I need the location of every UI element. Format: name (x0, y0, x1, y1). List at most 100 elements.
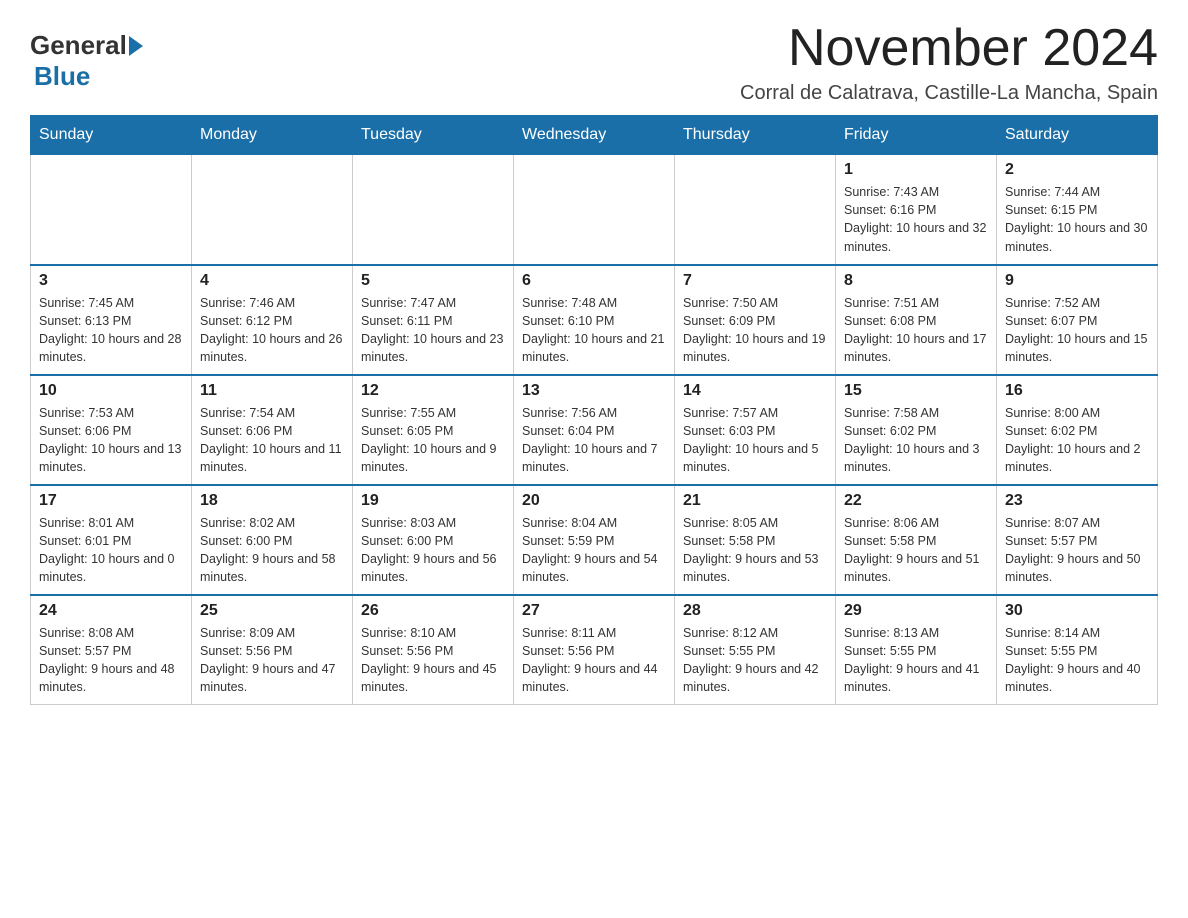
calendar-cell: 6 Sunrise: 7:48 AM Sunset: 6:10 PM Daylig… (514, 265, 675, 375)
day-number: 6 (522, 272, 666, 290)
day-info: Sunrise: 7:47 AM Sunset: 6:11 PM Dayligh… (361, 294, 505, 367)
day-number: 9 (1005, 272, 1149, 290)
day-number: 14 (683, 382, 827, 400)
day-info: Sunrise: 8:13 AM Sunset: 5:55 PM Dayligh… (844, 624, 988, 697)
day-number: 25 (200, 602, 344, 620)
calendar-week-5: 24 Sunrise: 8:08 AM Sunset: 5:57 PM Dayli… (31, 595, 1158, 705)
calendar-cell: 10 Sunrise: 7:53 AM Sunset: 6:06 PM Dayli… (31, 375, 192, 485)
day-info: Sunrise: 8:08 AM Sunset: 5:57 PM Dayligh… (39, 624, 183, 697)
calendar-cell: 22 Sunrise: 8:06 AM Sunset: 5:58 PM Dayli… (836, 485, 997, 595)
calendar-cell: 15 Sunrise: 7:58 AM Sunset: 6:02 PM Dayli… (836, 375, 997, 485)
header-monday: Monday (192, 116, 353, 155)
day-number: 13 (522, 382, 666, 400)
day-info: Sunrise: 7:54 AM Sunset: 6:06 PM Dayligh… (200, 404, 344, 477)
calendar-week-4: 17Sunrise: 8:01 AM Sunset: 6:01 PM Dayli… (31, 485, 1158, 595)
calendar-cell: 7Sunrise: 7:50 AM Sunset: 6:09 PM Daylig… (675, 265, 836, 375)
day-number: 1 (844, 161, 988, 179)
page-header: General Blue November 2024 Corral de Cal… (30, 20, 1158, 105)
calendar-cell (675, 155, 836, 265)
logo: General Blue (30, 20, 145, 92)
day-info: Sunrise: 7:52 AM Sunset: 6:07 PM Dayligh… (1005, 294, 1149, 367)
day-info: Sunrise: 7:58 AM Sunset: 6:02 PM Dayligh… (844, 404, 988, 477)
calendar-cell: 16Sunrise: 8:00 AM Sunset: 6:02 PM Dayli… (997, 375, 1158, 485)
calendar-cell: 18 Sunrise: 8:02 AM Sunset: 6:00 PM Dayli… (192, 485, 353, 595)
day-number: 26 (361, 602, 505, 620)
calendar-cell: 30 Sunrise: 8:14 AM Sunset: 5:55 PM Dayli… (997, 595, 1158, 705)
calendar-week-3: 10 Sunrise: 7:53 AM Sunset: 6:06 PM Dayli… (31, 375, 1158, 485)
calendar-week-2: 3Sunrise: 7:45 AM Sunset: 6:13 PM Daylig… (31, 265, 1158, 375)
day-number: 18 (200, 492, 344, 510)
calendar-cell: 11Sunrise: 7:54 AM Sunset: 6:06 PM Dayli… (192, 375, 353, 485)
day-number: 21 (683, 492, 827, 510)
calendar-cell: 29 Sunrise: 8:13 AM Sunset: 5:55 PM Dayli… (836, 595, 997, 705)
calendar-cell (353, 155, 514, 265)
calendar-cell: 14 Sunrise: 7:57 AM Sunset: 6:03 PM Dayli… (675, 375, 836, 485)
day-number: 5 (361, 272, 505, 290)
calendar-cell (514, 155, 675, 265)
header-thursday: Thursday (675, 116, 836, 155)
calendar-cell: 1 Sunrise: 7:43 AM Sunset: 6:16 PM Daylig… (836, 155, 997, 265)
calendar-cell: 5 Sunrise: 7:47 AM Sunset: 6:11 PM Daylig… (353, 265, 514, 375)
day-info: Sunrise: 8:04 AM Sunset: 5:59 PM Dayligh… (522, 514, 666, 587)
calendar-cell: 26 Sunrise: 8:10 AM Sunset: 5:56 PM Dayli… (353, 595, 514, 705)
calendar-cell: 8 Sunrise: 7:51 AM Sunset: 6:08 PM Daylig… (836, 265, 997, 375)
day-info: Sunrise: 8:10 AM Sunset: 5:56 PM Dayligh… (361, 624, 505, 697)
day-number: 15 (844, 382, 988, 400)
day-info: Sunrise: 7:51 AM Sunset: 6:08 PM Dayligh… (844, 294, 988, 367)
calendar-cell: 20 Sunrise: 8:04 AM Sunset: 5:59 PM Dayli… (514, 485, 675, 595)
header-sunday: Sunday (31, 116, 192, 155)
header-friday: Friday (836, 116, 997, 155)
logo-arrow-icon (129, 36, 143, 56)
calendar-cell: 28 Sunrise: 8:12 AM Sunset: 5:55 PM Dayli… (675, 595, 836, 705)
calendar-cell: 27Sunrise: 8:11 AM Sunset: 5:56 PM Dayli… (514, 595, 675, 705)
calendar-header-row: SundayMondayTuesdayWednesdayThursdayFrid… (31, 116, 1158, 155)
day-info: Sunrise: 8:14 AM Sunset: 5:55 PM Dayligh… (1005, 624, 1149, 697)
title-section: November 2024 Corral de Calatrava, Casti… (740, 20, 1158, 105)
day-info: Sunrise: 8:05 AM Sunset: 5:58 PM Dayligh… (683, 514, 827, 587)
day-info: Sunrise: 8:12 AM Sunset: 5:55 PM Dayligh… (683, 624, 827, 697)
calendar-cell: 4 Sunrise: 7:46 AM Sunset: 6:12 PM Daylig… (192, 265, 353, 375)
month-title: November 2024 (740, 20, 1158, 77)
header-saturday: Saturday (997, 116, 1158, 155)
day-info: Sunrise: 7:53 AM Sunset: 6:06 PM Dayligh… (39, 404, 183, 477)
day-number: 30 (1005, 602, 1149, 620)
day-number: 19 (361, 492, 505, 510)
day-info: Sunrise: 7:48 AM Sunset: 6:10 PM Dayligh… (522, 294, 666, 367)
day-number: 12 (361, 382, 505, 400)
day-info: Sunrise: 7:46 AM Sunset: 6:12 PM Dayligh… (200, 294, 344, 367)
day-number: 10 (39, 382, 183, 400)
calendar-cell: 2 Sunrise: 7:44 AM Sunset: 6:15 PM Daylig… (997, 155, 1158, 265)
calendar-cell: 12Sunrise: 7:55 AM Sunset: 6:05 PM Dayli… (353, 375, 514, 485)
calendar-cell: 24 Sunrise: 8:08 AM Sunset: 5:57 PM Dayli… (31, 595, 192, 705)
day-info: Sunrise: 7:44 AM Sunset: 6:15 PM Dayligh… (1005, 183, 1149, 256)
day-info: Sunrise: 7:57 AM Sunset: 6:03 PM Dayligh… (683, 404, 827, 477)
calendar-cell: 3Sunrise: 7:45 AM Sunset: 6:13 PM Daylig… (31, 265, 192, 375)
day-info: Sunrise: 7:43 AM Sunset: 6:16 PM Dayligh… (844, 183, 988, 256)
day-info: Sunrise: 8:06 AM Sunset: 5:58 PM Dayligh… (844, 514, 988, 587)
calendar-table: SundayMondayTuesdayWednesdayThursdayFrid… (30, 115, 1158, 705)
day-info: Sunrise: 8:00 AM Sunset: 6:02 PM Dayligh… (1005, 404, 1149, 477)
day-number: 20 (522, 492, 666, 510)
day-number: 22 (844, 492, 988, 510)
day-number: 2 (1005, 161, 1149, 179)
day-number: 28 (683, 602, 827, 620)
day-number: 24 (39, 602, 183, 620)
calendar-cell: 13Sunrise: 7:56 AM Sunset: 6:04 PM Dayli… (514, 375, 675, 485)
day-info: Sunrise: 7:45 AM Sunset: 6:13 PM Dayligh… (39, 294, 183, 367)
day-info: Sunrise: 8:11 AM Sunset: 5:56 PM Dayligh… (522, 624, 666, 697)
day-info: Sunrise: 8:02 AM Sunset: 6:00 PM Dayligh… (200, 514, 344, 587)
logo-blue-text: Blue (34, 61, 90, 91)
day-number: 4 (200, 272, 344, 290)
calendar-cell: 19Sunrise: 8:03 AM Sunset: 6:00 PM Dayli… (353, 485, 514, 595)
calendar-cell: 9 Sunrise: 7:52 AM Sunset: 6:07 PM Daylig… (997, 265, 1158, 375)
header-tuesday: Tuesday (353, 116, 514, 155)
calendar-cell (31, 155, 192, 265)
day-number: 8 (844, 272, 988, 290)
logo-general-text: General (30, 30, 127, 61)
calendar-cell: 25 Sunrise: 8:09 AM Sunset: 5:56 PM Dayli… (192, 595, 353, 705)
header-wednesday: Wednesday (514, 116, 675, 155)
calendar-cell (192, 155, 353, 265)
day-number: 29 (844, 602, 988, 620)
day-info: Sunrise: 8:09 AM Sunset: 5:56 PM Dayligh… (200, 624, 344, 697)
day-number: 17 (39, 492, 183, 510)
